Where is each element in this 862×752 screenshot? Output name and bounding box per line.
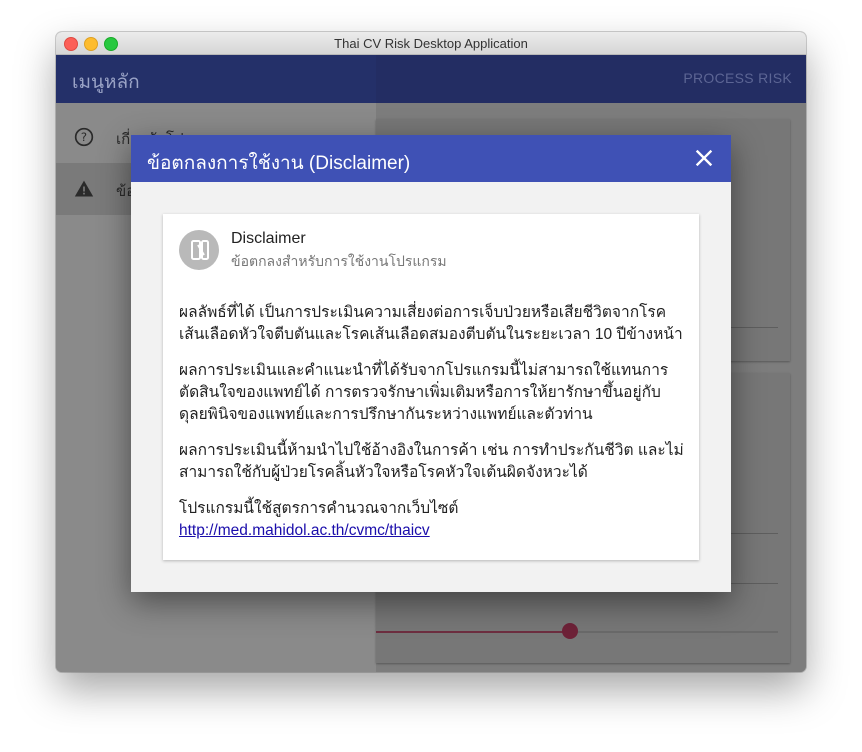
app-bar: PROCESS RISK bbox=[376, 55, 806, 103]
dialog-header: ข้อตกลงการใช้งาน (Disclaimer) bbox=[131, 135, 731, 182]
window-title: Thai CV Risk Desktop Application bbox=[334, 36, 528, 51]
title-bar: Thai CV Risk Desktop Application bbox=[56, 32, 806, 55]
source-paragraph: โปรแกรมนี้ใช้สูตรการคำนวณจากเว็บไซต์ htt… bbox=[179, 498, 689, 542]
card-subtitle: ข้อตกลงสำหรับการใช้งานโปรแกรม bbox=[231, 253, 447, 269]
drawer-title: เมนูหลัก bbox=[72, 72, 140, 93]
source-link[interactable]: http://med.mahidol.ac.th/cvmc/thaicv bbox=[179, 522, 430, 539]
svg-text:?: ? bbox=[81, 130, 87, 144]
process-risk-button[interactable]: PROCESS RISK bbox=[683, 70, 792, 86]
help-circle-icon: ? bbox=[74, 127, 94, 147]
disclaimer-card: Disclaimer ข้อตกลงสำหรับการใช้งานโปรแกรม… bbox=[163, 214, 699, 560]
disclaimer-dialog: ข้อตกลงการใช้งาน (Disclaimer) Disclaimer… bbox=[131, 135, 731, 592]
slider-thumb[interactable] bbox=[562, 623, 578, 639]
warning-icon bbox=[74, 180, 94, 197]
card-body: ผลลัพธ์ที่ได้ เป็นการประเมินความเสี่ยงต่… bbox=[179, 302, 689, 542]
close-icon[interactable] bbox=[691, 145, 717, 171]
disclaimer-paragraph: ผลลัพธ์ที่ได้ เป็นการประเมินความเสี่ยงต่… bbox=[179, 304, 683, 343]
card-title: Disclaimer bbox=[231, 230, 306, 247]
phonelink-erase-icon bbox=[191, 240, 209, 260]
disclaimer-paragraph: ผลการประเมินและคำแนะนำที่ได้รับจากโปรแกร… bbox=[179, 362, 669, 423]
avatar bbox=[179, 230, 219, 270]
slider-fill bbox=[376, 631, 570, 633]
disclaimer-paragraph: ผลการประเมินนี้ห้ามนำไปใช้อ้างอิงในการค้… bbox=[179, 442, 684, 481]
source-text: โปรแกรมนี้ใช้สูตรการคำนวณจากเว็บไซต์ bbox=[179, 500, 459, 517]
drawer-header: เมนูหลัก bbox=[56, 55, 376, 103]
dialog-title: ข้อตกลงการใช้งาน (Disclaimer) bbox=[147, 153, 411, 174]
